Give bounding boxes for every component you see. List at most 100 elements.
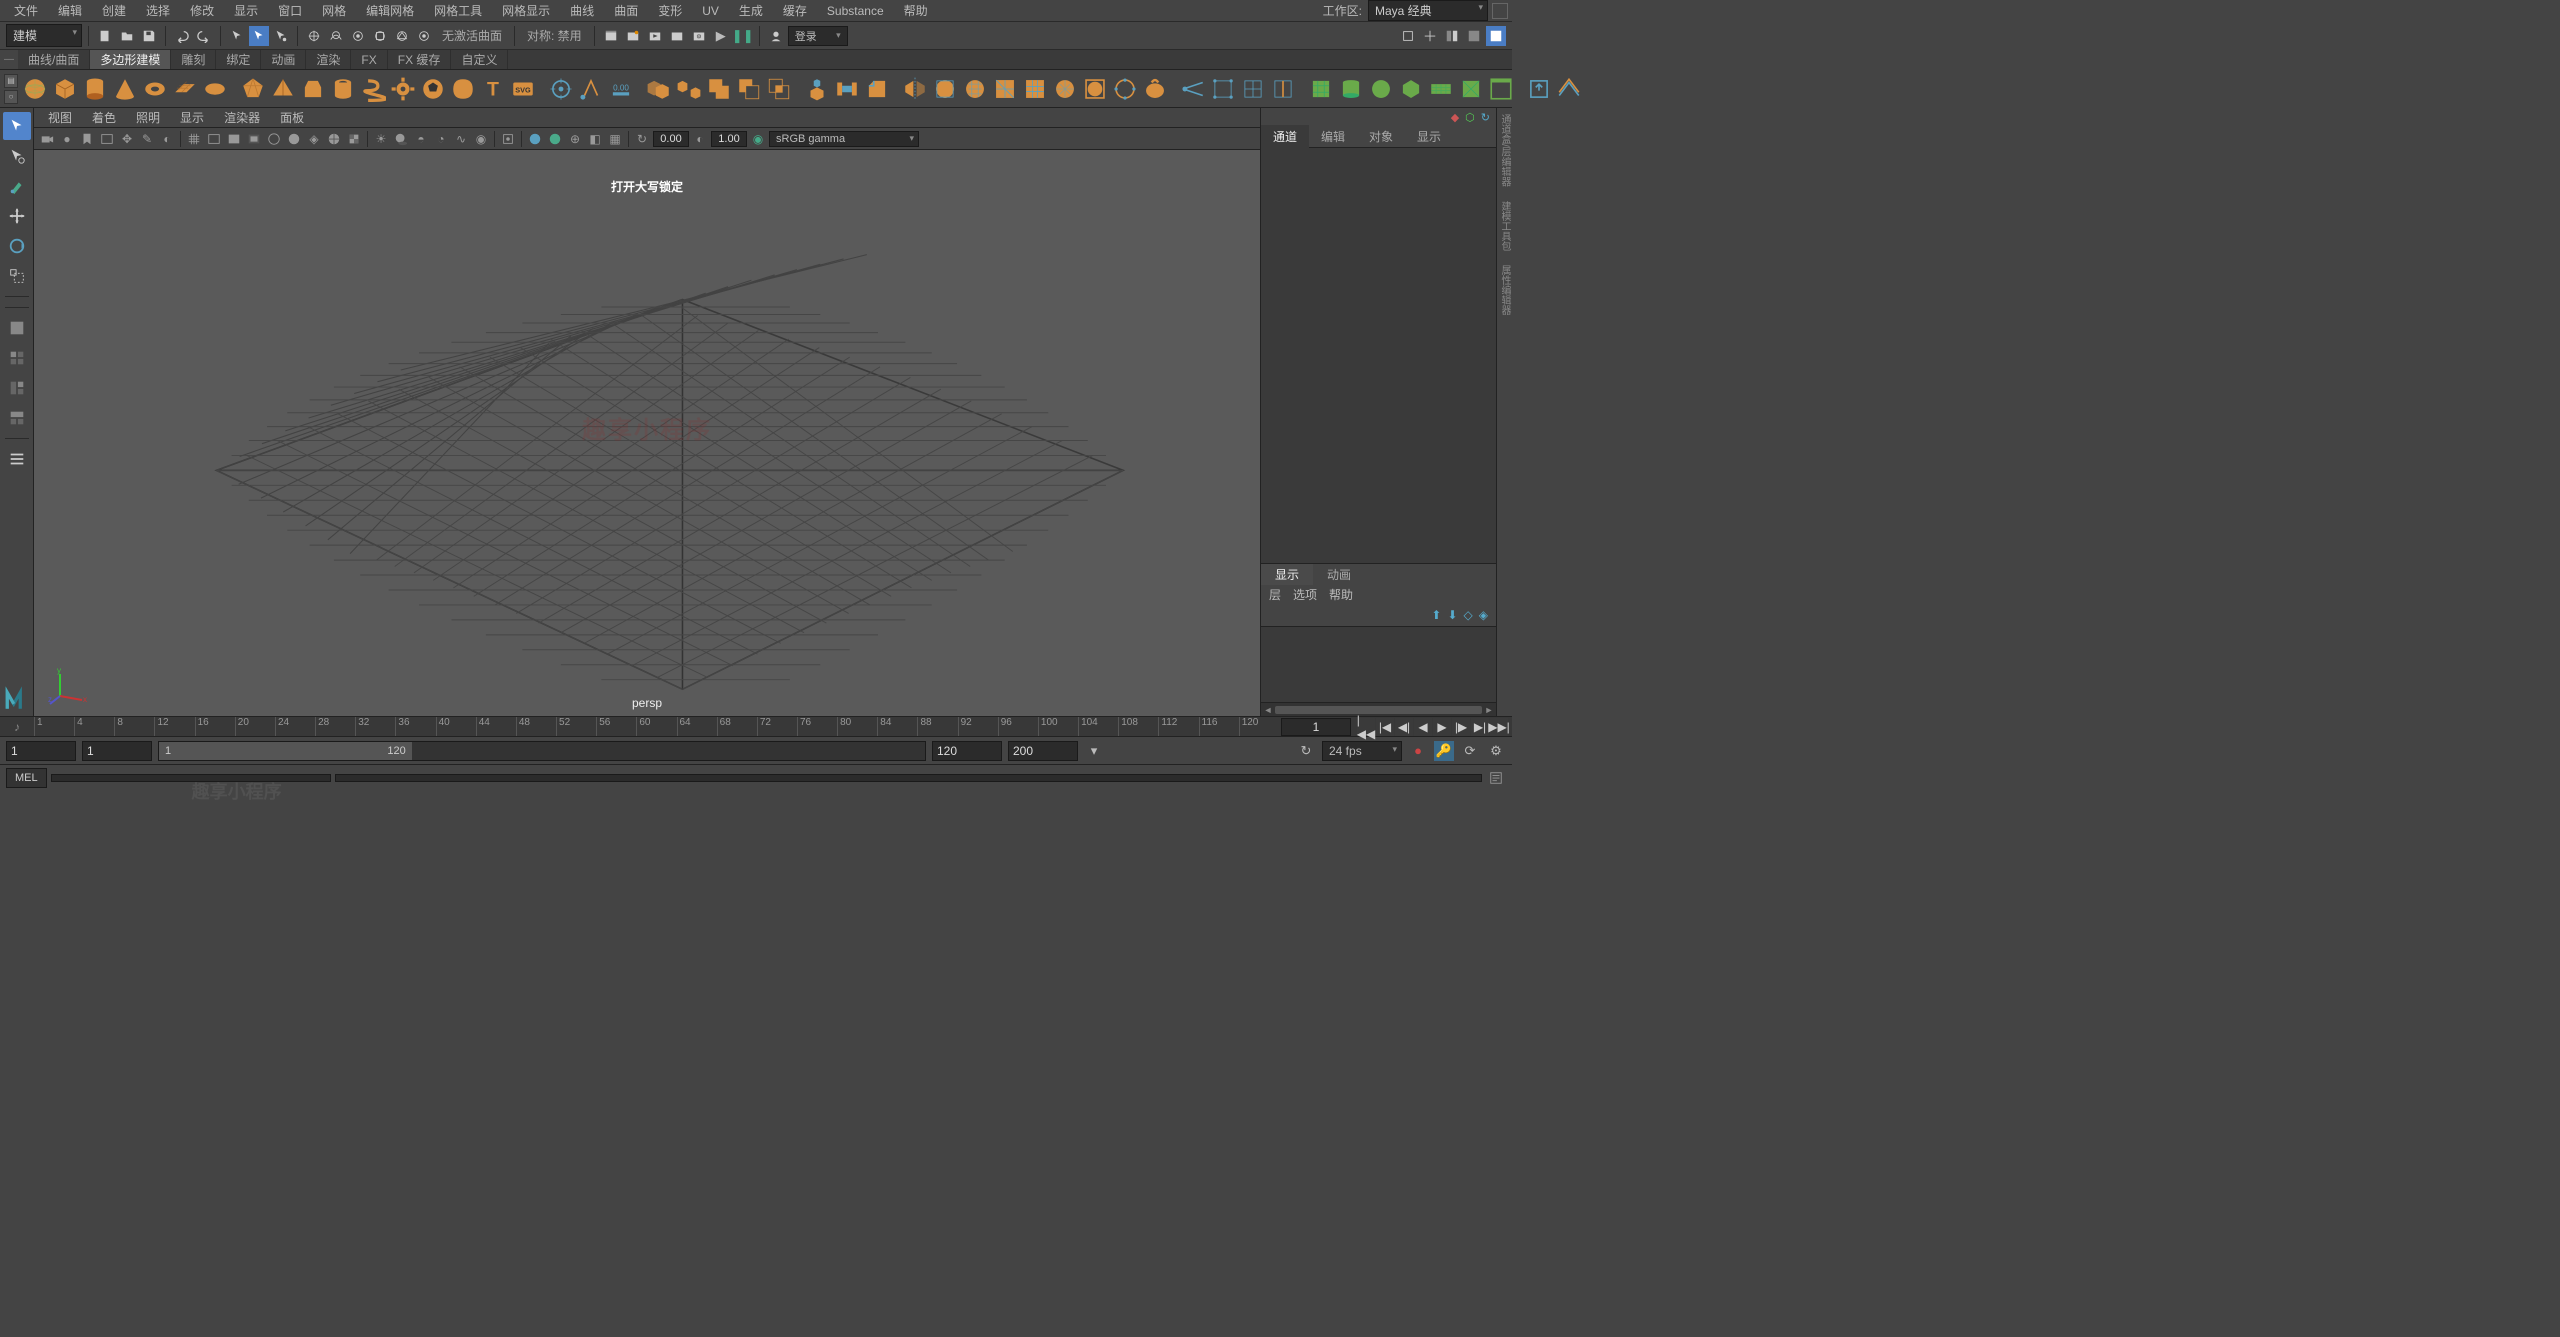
target-weld-icon[interactable] <box>1210 74 1236 104</box>
new-scene-icon[interactable] <box>95 26 115 46</box>
shelf-tab-curves[interactable]: 曲线/曲面 <box>18 50 90 69</box>
ipr-render-icon[interactable] <box>623 26 643 46</box>
poly-torus-icon[interactable] <box>142 74 168 104</box>
outliner-toggle-icon[interactable] <box>3 445 31 473</box>
prefs-icon[interactable]: ⚙ <box>1486 741 1506 761</box>
tab-channels[interactable]: 通道 <box>1261 125 1309 148</box>
gate-mask-icon[interactable] <box>245 130 263 148</box>
snap-point-icon[interactable] <box>348 26 368 46</box>
panel-menu-view[interactable]: 视图 <box>38 107 82 128</box>
gamma-value[interactable]: 1.00 <box>711 131 747 147</box>
xray-active-icon[interactable] <box>546 130 564 148</box>
scale-tool-icon[interactable] <box>3 262 31 290</box>
grid-icon[interactable] <box>185 130 203 148</box>
sweep-mesh-icon[interactable] <box>548 74 574 104</box>
menu-curves[interactable]: 曲线 <box>560 0 604 21</box>
shelf-tab-rigging[interactable]: 绑定 <box>216 50 261 69</box>
manip-orientation-icon[interactable]: ◆ <box>1451 111 1459 124</box>
step-forward-key-icon[interactable]: ▶| <box>1471 718 1489 736</box>
wireframe-icon[interactable] <box>265 130 283 148</box>
anim-prefs-icon[interactable]: ⟳ <box>1460 741 1480 761</box>
use-all-lights-icon[interactable]: ☀ <box>372 130 390 148</box>
xray-joints-icon[interactable]: ⊕ <box>566 130 584 148</box>
menu-mesh[interactable]: 网格 <box>312 0 356 21</box>
quadrangulate-icon[interactable] <box>1022 74 1048 104</box>
crease-icon[interactable] <box>1556 74 1582 104</box>
boolean-intersection-icon[interactable] <box>766 74 792 104</box>
exposure-reset-icon[interactable]: ↻ <box>633 130 651 148</box>
panel-menu-panels[interactable]: 面板 <box>270 107 314 128</box>
wireframe-on-shaded-icon[interactable] <box>325 130 343 148</box>
make-live-icon[interactable] <box>414 26 434 46</box>
shelf-tab-fx-cache[interactable]: FX 缓存 <box>388 50 452 69</box>
create-layer-icon[interactable]: ◈ <box>1479 608 1488 622</box>
panel-menu-show[interactable]: 显示 <box>170 107 214 128</box>
uv-planar-icon[interactable] <box>1308 74 1334 104</box>
layout-two-side-icon[interactable] <box>3 374 31 402</box>
image-plane-icon[interactable] <box>98 130 116 148</box>
select-by-object-icon[interactable] <box>249 26 269 46</box>
exposure-value[interactable]: 0.00 <box>653 131 689 147</box>
bridge-icon[interactable] <box>834 74 860 104</box>
playback-end-field[interactable] <box>932 741 1002 761</box>
range-menu-icon[interactable]: ▾ <box>1084 741 1104 761</box>
current-frame-field[interactable]: 1 <box>1281 718 1351 736</box>
menu-modify[interactable]: 修改 <box>180 0 224 21</box>
anim-end-field[interactable] <box>1008 741 1078 761</box>
poly-soccer-icon[interactable] <box>420 74 446 104</box>
manip-component-icon[interactable]: ↻ <box>1481 111 1490 124</box>
menu-mesh-display[interactable]: 网格显示 <box>492 0 560 21</box>
triangulate-icon[interactable] <box>992 74 1018 104</box>
grease-pencil-icon[interactable]: ✎ <box>138 130 156 148</box>
insert-edge-loop-icon[interactable] <box>1270 74 1296 104</box>
step-forward-frame-icon[interactable]: |▶ <box>1452 718 1470 736</box>
toggle-modeling-toolkit-icon[interactable] <box>1398 26 1418 46</box>
bookmark-icon[interactable] <box>78 130 96 148</box>
uv-contour-icon[interactable] <box>1428 74 1454 104</box>
poly-cube-icon[interactable] <box>52 74 78 104</box>
script-lang-toggle[interactable]: MEL <box>6 768 47 788</box>
render-frame-icon[interactable] <box>601 26 621 46</box>
panel-menu-shading[interactable]: 着色 <box>82 107 126 128</box>
connect-icon[interactable] <box>1240 74 1266 104</box>
manip-world-icon[interactable]: ⬡ <box>1465 111 1475 124</box>
menu-file[interactable]: 文件 <box>4 0 48 21</box>
poly-platonic-icon[interactable] <box>240 74 266 104</box>
open-scene-icon[interactable] <box>117 26 137 46</box>
2d-pan-icon[interactable]: ✥ <box>118 130 136 148</box>
layer-tab-anim[interactable]: 动画 <box>1313 564 1365 585</box>
layer-tab-display[interactable]: 显示 <box>1261 564 1313 585</box>
poly-sphere-icon[interactable] <box>22 74 48 104</box>
account-icon[interactable] <box>766 26 786 46</box>
viewport-3d[interactable]: 打开大写锁定 趣享小程序 y x z persp <box>34 150 1260 716</box>
shelf-collapse-icon[interactable]: — <box>0 50 18 69</box>
combine-icon[interactable] <box>646 74 672 104</box>
sound-toggle-icon[interactable]: ♪ <box>0 720 34 734</box>
symmetry-label[interactable]: 对称: 禁用 <box>521 27 588 44</box>
poly-superellipse-icon[interactable] <box>450 74 476 104</box>
toggle-pause-icon[interactable]: ❚❚ <box>733 26 753 46</box>
paint-select-tool-icon[interactable] <box>3 172 31 200</box>
shelf-tab-rendering[interactable]: 渲染 <box>306 50 351 69</box>
range-fill[interactable]: 1 120 <box>159 742 412 760</box>
menu-generate[interactable]: 生成 <box>729 0 773 21</box>
undo-icon[interactable] <box>172 26 192 46</box>
lock-camera-icon[interactable]: ● <box>58 130 76 148</box>
menu-display[interactable]: 显示 <box>224 0 268 21</box>
reduce-icon[interactable] <box>1052 74 1078 104</box>
time-slider-track[interactable]: 1481216202428323640444852566064687276808… <box>34 717 1279 736</box>
play-forward-icon[interactable]: ▶ <box>1433 718 1451 736</box>
film-gate-icon[interactable] <box>205 130 223 148</box>
side-tab-attribute-editor[interactable]: 属性编辑器 <box>1497 265 1512 315</box>
poly-helix-icon[interactable] <box>360 74 386 104</box>
tab-edit[interactable]: 编辑 <box>1309 125 1357 148</box>
fps-selector[interactable]: 24 fps <box>1322 741 1402 761</box>
select-by-component-icon[interactable] <box>271 26 291 46</box>
layout-four-icon[interactable] <box>3 344 31 372</box>
colorspace-selector[interactable]: sRGB gamma <box>769 131 919 147</box>
smooth-shade-icon[interactable] <box>285 130 303 148</box>
toggle-tool-settings-icon[interactable] <box>1442 26 1462 46</box>
view-transform-icon[interactable]: ◉ <box>749 130 767 148</box>
smooth-icon[interactable] <box>932 74 958 104</box>
multi-cut-icon[interactable] <box>1180 74 1206 104</box>
